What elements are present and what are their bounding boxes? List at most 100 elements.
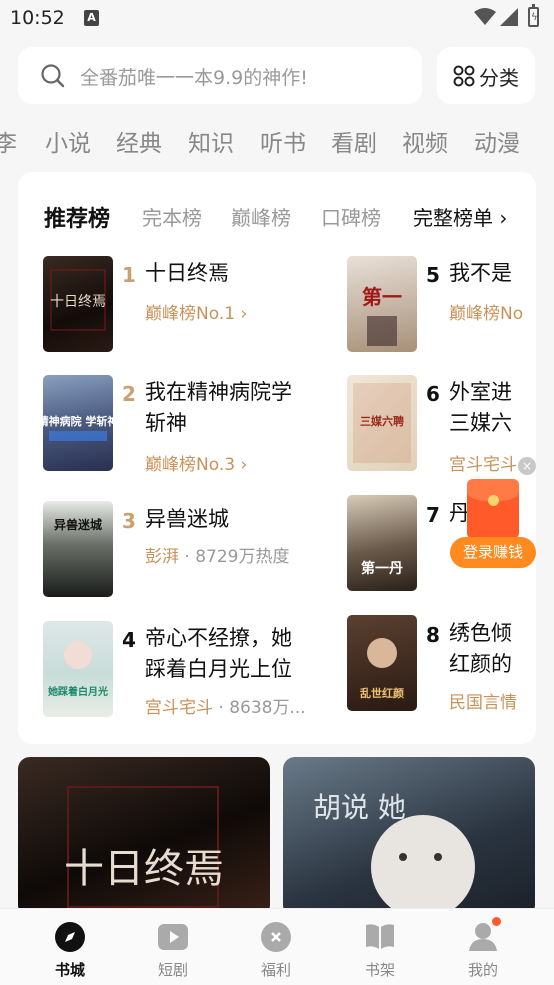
login-reward-widget[interactable]: × 登录赚钱 — [450, 457, 538, 570]
book-title[interactable]: 我在精神病院学 — [145, 377, 292, 408]
rank-number: 5 — [426, 263, 440, 287]
channel-tab[interactable]: 李 — [0, 124, 17, 158]
cover-title: 异兽迷城 — [54, 517, 102, 532]
grid-icon — [453, 65, 475, 87]
cover-title: 第一 — [362, 285, 402, 309]
cover-title: 十日终焉 — [50, 294, 106, 310]
book-title[interactable]: 外室进 — [449, 377, 512, 408]
rank-number: 2 — [122, 382, 136, 406]
book-cover[interactable]: 精神病院 学斩神 — [43, 375, 113, 471]
book-title[interactable]: 绣色倾 — [449, 618, 512, 649]
tab-complete-rank[interactable]: 完本榜 — [142, 202, 202, 231]
close-icon[interactable]: × — [518, 457, 536, 475]
search-icon — [41, 64, 65, 88]
wifi-icon — [474, 8, 496, 25]
channel-tab-audio[interactable]: 听书 — [260, 124, 306, 158]
book-cover[interactable]: 三媒六聘 — [347, 375, 417, 471]
cover-art: 她踩着白月光 — [48, 641, 108, 698]
rank-number: 4 — [122, 628, 136, 652]
book-title-line2[interactable]: 红颜的 — [449, 649, 512, 680]
nav-label: 书架 — [364, 961, 395, 979]
cover-art: 三媒六聘 — [353, 383, 411, 463]
nav-label: 福利 — [260, 961, 291, 979]
signal-icon — [500, 8, 518, 26]
book-genre: 宫斗宅斗 — [145, 698, 213, 718]
nav-label: 短剧 — [157, 961, 188, 979]
book-title-line2[interactable]: 斩神 — [145, 408, 187, 439]
cover-title: 她踩着白月光 — [48, 685, 108, 698]
login-earn-button[interactable]: 登录赚钱 — [450, 537, 536, 568]
book-cover[interactable]: 异兽迷城 — [43, 501, 113, 597]
bottom-nav: 书城 短剧 福利 书架 我的 — [0, 908, 554, 985]
book-author: 彭湃 — [145, 547, 179, 567]
rank-number: 1 — [122, 263, 136, 287]
search-bar[interactable]: 全番茄唯一一本9.9的神作! — [18, 47, 422, 104]
cover-art: 精神病院 学斩神 — [43, 414, 113, 441]
banner-card[interactable]: 胡说 她 — [283, 757, 535, 917]
book-cover[interactable]: 第一丹 — [347, 495, 417, 591]
tab-reputation-rank[interactable]: 口碑榜 — [321, 202, 381, 231]
book-title[interactable]: 帝心不经撩，她 — [145, 623, 292, 654]
nav-bookstore[interactable]: 书城 — [25, 909, 115, 985]
nav-label: 我的 — [467, 961, 498, 979]
nav-welfare[interactable]: 福利 — [231, 909, 321, 985]
channel-tab-anime[interactable]: 动漫 — [474, 124, 520, 158]
coin-icon — [261, 922, 291, 952]
channel-tab-classic[interactable]: 经典 — [116, 124, 162, 158]
book-title-line2[interactable]: 踩着白月光上位 — [145, 654, 292, 685]
banner-art: 胡说 她 — [313, 791, 475, 917]
full-list-link[interactable]: 完整榜单 › — [413, 202, 507, 231]
cover-art: 乱世红颜 — [360, 638, 404, 700]
notification-dot — [492, 917, 501, 926]
book-rank-tag[interactable]: 巅峰榜No — [449, 299, 523, 324]
ranking-card: 推荐榜 完本榜 巅峰榜 口碑榜 完整榜单 › 十日终焉 1 十日终焉 巅峰榜No… — [18, 172, 536, 744]
channel-tabs: 李 小说 经典 知识 听书 看剧 视频 动漫 — [0, 120, 554, 160]
tab-peak-rank[interactable]: 巅峰榜 — [231, 202, 291, 231]
channel-tab-drama[interactable]: 看剧 — [331, 124, 377, 158]
battery-charging-glyph: ϟ — [531, 12, 538, 23]
compass-icon — [55, 922, 85, 952]
cover-title: 第一丹 — [361, 560, 403, 577]
cover-art: 第一 — [362, 285, 402, 346]
book-cover[interactable]: 第一 — [347, 256, 417, 352]
channel-tab-video[interactable]: 视频 — [402, 124, 448, 158]
cover-art: 异兽迷城 — [54, 517, 102, 532]
category-label: 分类 — [479, 66, 519, 90]
book-author-tag[interactable]: 彭湃 · 8729万热度 — [145, 542, 289, 567]
banner-title: 胡说 她 — [313, 791, 406, 824]
book-title[interactable]: 异兽迷城 — [145, 504, 229, 535]
rank-number: 7 — [426, 503, 440, 527]
book-rank-tag[interactable]: 巅峰榜No.3 › — [145, 450, 247, 475]
book-icon — [366, 924, 394, 949]
book-title[interactable]: 十日终焉 — [145, 258, 229, 289]
nav-profile[interactable]: 我的 — [438, 909, 528, 985]
banner-card[interactable]: 十日终焉 — [18, 757, 270, 917]
battery-icon: ϟ — [528, 4, 539, 27]
banner-title: 十日终焉 — [64, 846, 224, 892]
book-title[interactable]: 我不是 — [449, 258, 512, 289]
book-cover[interactable]: 十日终焉 — [43, 256, 113, 352]
nav-label: 书城 — [54, 961, 85, 979]
book-heat: · 8638万... — [213, 698, 306, 718]
nav-bookshelf[interactable]: 书架 — [335, 909, 425, 985]
book-cover[interactable]: 她踩着白月光 — [43, 621, 113, 717]
book-cover[interactable]: 乱世红颜 — [347, 615, 417, 711]
book-heat: · 8729万热度 — [179, 547, 290, 567]
category-button[interactable]: 分类 — [437, 47, 535, 104]
cover-title: 乱世红颜 — [360, 686, 404, 700]
rank-number: 6 — [426, 382, 440, 406]
cover-art: 十日终焉 — [50, 269, 106, 331]
cover-art: 第一丹 — [361, 560, 403, 577]
book-title-line2[interactable]: 三媒六 — [449, 408, 512, 439]
channel-tab-novel[interactable]: 小说 — [45, 124, 91, 158]
status-bar: 10:52 A ϟ — [0, 0, 554, 38]
red-envelope-icon — [467, 479, 519, 539]
status-time: 10:52 — [10, 7, 65, 29]
channel-tab-knowledge[interactable]: 知识 — [188, 124, 234, 158]
tab-recommend-rank[interactable]: 推荐榜 — [44, 201, 110, 233]
cover-title: 三媒六聘 — [360, 414, 404, 428]
book-genre-tag[interactable]: 民国言情 — [449, 688, 517, 713]
book-genre-tag[interactable]: 宫斗宅斗 · 8638万... — [145, 693, 306, 718]
nav-short-drama[interactable]: 短剧 — [128, 909, 218, 985]
book-rank-tag[interactable]: 巅峰榜No.1 › — [145, 299, 247, 324]
